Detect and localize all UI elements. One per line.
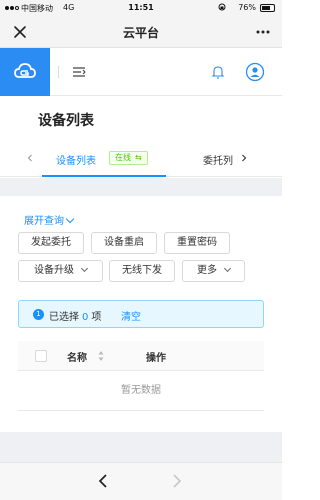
tab-device-list[interactable]: 设备列表 — [56, 152, 96, 167]
page-title: 设备列表 — [38, 113, 94, 129]
expand-query-link[interactable]: 展开查询 — [24, 212, 75, 227]
cloud-logo-icon — [14, 63, 36, 78]
table-empty-text: 暂无数据 — [18, 371, 264, 411]
column-header-action: 操作 — [146, 353, 166, 364]
back-arrow-icon[interactable] — [96, 473, 110, 489]
swap-icon: ⇆ — [135, 153, 142, 162]
chevron-down-icon — [80, 264, 89, 273]
nav-bar: 云平台 — [0, 16, 282, 48]
badge-label: 在线 — [115, 153, 131, 162]
selection-count: 0 — [82, 312, 89, 323]
sort-icon[interactable] — [98, 350, 104, 362]
reset-password-button[interactable]: 重置密码 — [164, 232, 230, 254]
logo[interactable] — [0, 48, 50, 96]
device-restart-button[interactable]: 设备重启 — [91, 232, 157, 254]
clear-selection-link[interactable]: 清空 — [121, 308, 141, 323]
tab-active-indicator — [42, 175, 166, 177]
wireless-issue-button[interactable]: 无线下发 — [109, 260, 175, 282]
status-bar: 中国移动 4G 11:51 76% — [0, 0, 282, 16]
status-badge[interactable]: 在线 ⇆ — [109, 151, 148, 165]
app-header — [0, 48, 282, 96]
select-all-checkbox[interactable] — [35, 350, 47, 362]
user-avatar-icon[interactable] — [245, 62, 265, 82]
battery-icon — [260, 4, 275, 12]
initiate-delegation-button[interactable]: 发起委托 — [18, 232, 84, 254]
selection-prefix: 已选择 — [49, 312, 79, 323]
tab-prev-icon[interactable] — [24, 152, 36, 164]
nav-title: 云平台 — [122, 26, 159, 40]
header-divider — [58, 66, 59, 78]
section-divider — [0, 178, 282, 196]
device-upgrade-dropdown[interactable]: 设备升级 — [18, 260, 103, 282]
column-header-name[interactable]: 名称 — [67, 349, 87, 364]
table-header: 名称 操作 — [18, 341, 264, 371]
more-actions-label: 更多 — [197, 265, 217, 276]
rotation-lock-icon — [218, 3, 226, 11]
battery-percent: 76% — [238, 3, 256, 12]
expand-query-label: 展开查询 — [24, 216, 64, 227]
browser-toolbar — [0, 462, 282, 500]
device-upgrade-label: 设备升级 — [34, 265, 74, 276]
selection-suffix: 项 — [91, 312, 102, 323]
selection-summary: 已选择 0 项 — [49, 308, 101, 323]
selection-alert: 1 已选择 0 项 清空 — [18, 300, 264, 328]
tab-bar: 设备列表 在线 ⇆ 委托列 — [0, 145, 282, 177]
page-footer-band — [0, 432, 282, 462]
more-actions-dropdown[interactable]: 更多 — [182, 260, 245, 282]
tab-next-icon[interactable] — [238, 152, 250, 164]
tab-delegation-list[interactable]: 委托列 — [203, 152, 233, 167]
menu-toggle-icon[interactable] — [71, 65, 87, 79]
info-icon: 1 — [33, 309, 44, 320]
bell-icon[interactable] — [211, 64, 225, 80]
more-icon[interactable] — [256, 30, 270, 34]
chevron-down-icon — [223, 264, 232, 273]
forward-arrow-icon[interactable] — [170, 473, 184, 489]
chevron-down-icon — [65, 214, 75, 224]
